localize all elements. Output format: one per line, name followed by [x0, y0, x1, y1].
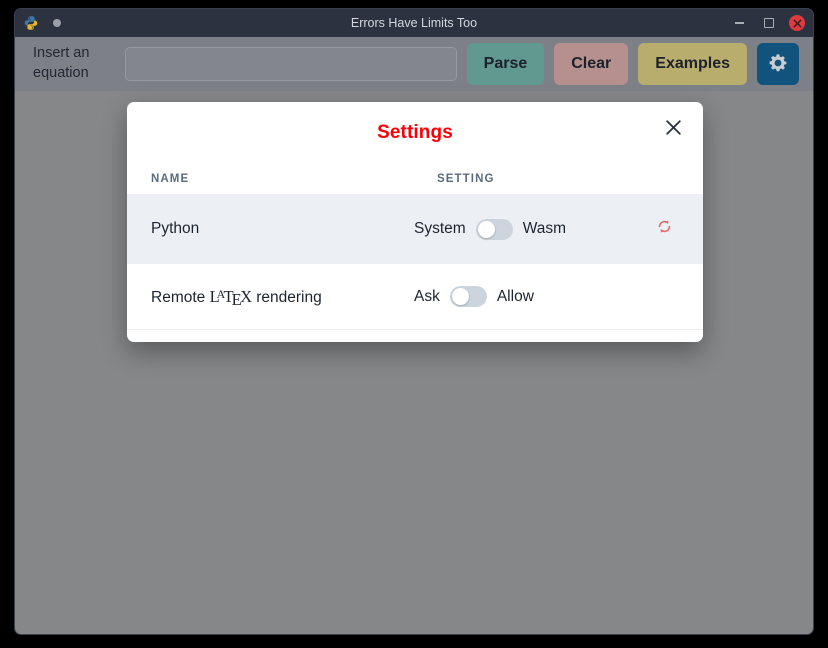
toggle-knob [477, 220, 495, 238]
toggle-knob [451, 288, 469, 305]
latex-rendering-toggle[interactable] [449, 286, 487, 307]
close-icon [665, 119, 682, 139]
title-bar: Errors Have Limits Too [15, 9, 813, 37]
parse-button[interactable]: Parse [466, 43, 545, 85]
setting-control-python: System Wasm [414, 218, 567, 240]
column-header-setting: SETTING [437, 173, 495, 185]
toolbar: Insert an equation Parse Clear Examples [15, 37, 813, 91]
content-area: Settings NAME SETTING Python System Wasm… [15, 91, 813, 634]
python-runtime-toggle[interactable] [475, 218, 513, 240]
insert-equation-label: Insert an equation [33, 45, 90, 81]
table-row-python: Python System Wasm [127, 194, 703, 264]
dialog-title: Settings [377, 122, 453, 143]
dialog-close-button[interactable] [659, 115, 687, 143]
settings-button[interactable] [757, 43, 799, 85]
equation-input[interactable] [125, 47, 457, 81]
latex-name-prefix: Remote [151, 288, 210, 306]
latex-name-suffix: rendering [251, 288, 322, 306]
maximize-icon[interactable] [760, 15, 777, 32]
application-window: Errors Have Limits Too Insert an equatio… [14, 8, 814, 635]
close-icon[interactable] [789, 15, 805, 31]
refresh-icon [656, 218, 673, 240]
python-option-right: Wasm [522, 220, 567, 237]
examples-button[interactable]: Examples [638, 43, 747, 85]
minimize-icon[interactable] [731, 15, 748, 32]
latex-logo: LATEX [209, 286, 253, 310]
screen: Errors Have Limits Too Insert an equatio… [0, 0, 828, 648]
python-option-left: System [414, 220, 466, 237]
settings-dialog: Settings NAME SETTING Python System Wasm… [127, 102, 703, 342]
column-header-name: NAME [151, 173, 190, 185]
title-bar-left [23, 15, 61, 31]
latex-option-left: Ask [414, 287, 440, 305]
dialog-header: Settings [127, 102, 703, 164]
table-row-latex: Remote LATEX rendering Ask Allow [127, 264, 703, 330]
setting-control-latex: Ask Allow [414, 286, 534, 307]
settings-table-header: NAME SETTING [127, 164, 703, 194]
setting-name-latex: Remote LATEX rendering [151, 286, 414, 310]
clear-button[interactable]: Clear [554, 43, 629, 85]
window-controls [731, 9, 805, 37]
window-status-dot [53, 19, 61, 27]
gear-icon [768, 53, 788, 76]
setting-name-python: Python [151, 220, 200, 237]
python-logo-icon [23, 15, 39, 31]
latex-option-right: Allow [496, 287, 534, 305]
window-title: Errors Have Limits Too [350, 16, 478, 30]
python-refresh-button[interactable] [649, 214, 679, 244]
